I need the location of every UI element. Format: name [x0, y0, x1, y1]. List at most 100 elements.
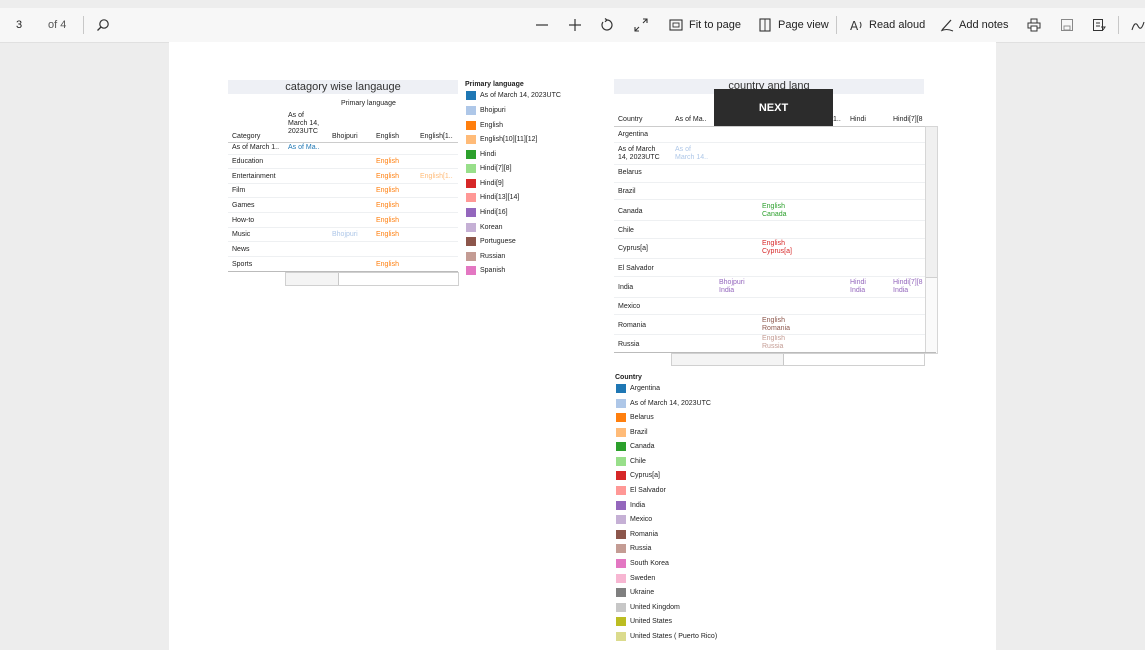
legend-label: Romania: [630, 531, 659, 538]
legend-label: Brazil: [630, 429, 648, 436]
save-button[interactable]: [1060, 8, 1074, 42]
toolbar-divider: [1118, 16, 1119, 34]
cell-bhojpuri: Bhojpuri: [332, 231, 358, 238]
toolbar-divider: [836, 16, 837, 34]
legend-swatch: [466, 208, 476, 217]
legend-swatch: [616, 486, 626, 495]
legend-swatch: [466, 164, 476, 173]
cell-english: English: [376, 158, 399, 165]
legend-label: Russian: [480, 253, 506, 260]
read-aloud-button[interactable]: A Read aloud: [850, 8, 925, 42]
cell-bhojpuri: Bhojpuri India: [719, 279, 745, 294]
add-notes-button[interactable]: Add notes: [940, 8, 1009, 42]
row-label: As of March 14, 2023UTC: [618, 146, 660, 161]
country-legend-title: Country: [615, 374, 642, 381]
full-screen-button[interactable]: [634, 8, 648, 42]
plus-icon: [569, 19, 581, 31]
legend-label: Cyprus[a]: [630, 472, 660, 479]
row-label: Games: [232, 202, 255, 209]
right-col-header-asof: As of Ma..: [675, 116, 707, 123]
row-label: Brazil: [618, 188, 636, 195]
cell-hindi78: Hindi[7][8 India: [893, 279, 923, 294]
add-notes-label: Add notes: [959, 19, 1009, 31]
save-as-icon: [1093, 19, 1106, 31]
legend-label: English: [480, 122, 503, 129]
svg-text:A: A: [850, 19, 859, 32]
left-col-header-english1: English[1..: [420, 133, 453, 140]
legend-label: As of March 14, 2023UTC: [630, 400, 711, 407]
pen-icon: [940, 19, 954, 32]
cell-english: English: [376, 217, 399, 224]
row-divider: [228, 168, 458, 169]
cell-english: English Russia: [762, 335, 785, 350]
legend-swatch: [466, 91, 476, 100]
save-as-button[interactable]: [1092, 8, 1106, 42]
row-label: News: [232, 246, 250, 253]
legend-label: Chile: [630, 458, 646, 465]
legend-label: Belarus: [630, 414, 654, 421]
row-divider: [228, 154, 458, 155]
search-button[interactable]: [96, 8, 110, 42]
cell-english: English: [376, 187, 399, 194]
scrollbar-thumb[interactable]: [926, 127, 937, 278]
row-label: El Salvador: [618, 265, 654, 272]
row-divider: [614, 220, 925, 221]
row-divider: [614, 314, 925, 315]
legend-label: Portuguese: [480, 238, 516, 245]
legend-label: As of March 14, 2023UTC: [480, 92, 561, 99]
right-header-divider: [614, 126, 926, 127]
scrollbar-thumb[interactable]: [672, 354, 784, 365]
cell-english: English Canada: [762, 203, 787, 218]
legend-label: Hindi: [480, 151, 496, 158]
legend-swatch: [466, 193, 476, 202]
search-icon: [97, 19, 109, 31]
cell-english: English: [376, 202, 399, 209]
row-label: Canada: [618, 208, 643, 215]
page-number-input[interactable]: 3: [16, 8, 22, 42]
cell-asof: As of March 14..: [675, 146, 709, 161]
right-vertical-scrollbar[interactable]: [925, 126, 938, 354]
cell-english: English Romania: [762, 317, 791, 332]
right-row-header: Country: [618, 116, 643, 123]
legend-swatch: [466, 266, 476, 275]
right-col-header-hindi: Hindi: [850, 116, 866, 123]
toolbar-divider: [83, 16, 84, 34]
left-viz-title: catagory wise langauge: [228, 80, 458, 94]
cell-english: English Cyprus[a]: [762, 240, 792, 255]
row-label: Russia: [618, 341, 640, 348]
legend-label: South Korea: [630, 560, 669, 567]
row-label: Mexico: [618, 303, 641, 310]
cell-asof: As of Ma..: [288, 144, 320, 151]
zoom-out-button[interactable]: [535, 8, 549, 42]
print-button[interactable]: [1027, 8, 1041, 42]
rotate-icon: [601, 18, 613, 31]
more-tools-button[interactable]: [1131, 8, 1145, 42]
right-horizontal-scrollbar[interactable]: [671, 353, 925, 366]
legend-label: United States ( Puerto Rico): [630, 633, 718, 640]
legend-label: Hindi[16]: [480, 209, 508, 216]
page-view-icon: [759, 18, 771, 32]
legend-swatch: [616, 544, 626, 553]
legend-swatch: [616, 384, 626, 393]
fit-to-page-label: Fit to page: [689, 19, 741, 31]
legend-swatch: [616, 413, 626, 422]
fit-to-page-button[interactable]: Fit to page: [669, 8, 741, 42]
cell-english: English: [376, 261, 399, 268]
row-label: Cyprus[a]: [618, 245, 648, 252]
legend-swatch: [616, 399, 626, 408]
zoom-in-button[interactable]: [568, 8, 582, 42]
expand-icon: [634, 18, 648, 32]
next-button[interactable]: NEXT: [714, 89, 833, 127]
fit-page-icon: [669, 19, 683, 31]
row-divider: [614, 199, 925, 200]
scrollbar-thumb[interactable]: [286, 273, 339, 285]
left-header-divider: [228, 142, 458, 143]
legend-swatch: [466, 223, 476, 232]
legend-swatch: [466, 106, 476, 115]
left-horizontal-scrollbar[interactable]: [285, 272, 459, 286]
legend-swatch: [616, 603, 626, 612]
legend-label: English[10][11][12]: [480, 136, 538, 143]
rotate-button[interactable]: [600, 8, 614, 42]
page-view-button[interactable]: Page view: [758, 8, 829, 42]
legend-swatch: [616, 559, 626, 568]
